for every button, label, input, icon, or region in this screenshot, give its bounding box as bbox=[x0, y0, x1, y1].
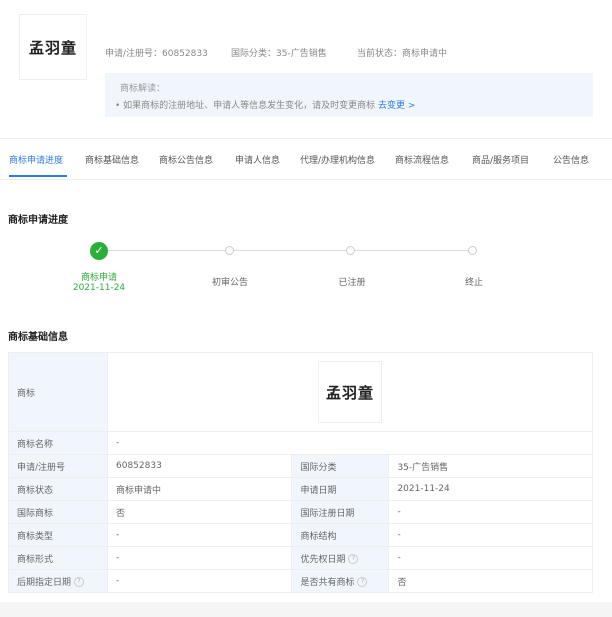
step-dot-icon bbox=[346, 246, 355, 255]
cell-value: - bbox=[106, 569, 293, 593]
cell-label: 商标类型 bbox=[8, 523, 108, 547]
cell-label: 后期指定日期 bbox=[17, 577, 72, 588]
basic-info-table: 商标 孟羽童 商标名称 - 申请/注册号 60852833 国际分类 35-广告… bbox=[8, 352, 593, 593]
cell-label: 国际商标 bbox=[8, 500, 108, 524]
progress-line bbox=[99, 250, 474, 251]
cell-value: 否 bbox=[388, 569, 593, 593]
step-label: 商标申请 bbox=[80, 273, 117, 283]
cell-value: - bbox=[106, 546, 293, 570]
trademark-logo-text: 孟羽童 bbox=[28, 38, 77, 57]
help-icon[interactable]: ? bbox=[357, 577, 368, 587]
step-dot-icon bbox=[468, 246, 477, 255]
help-icon[interactable]: ? bbox=[74, 577, 85, 587]
logo-label: 商标 bbox=[8, 352, 108, 432]
tab-bar: 商标申请进度 商标基础信息 商标公告信息 申请人信息 代理/办理机构信息 商标流… bbox=[0, 138, 612, 180]
table-row: 商标 孟羽童 bbox=[8, 352, 593, 432]
table-row: 商标类型 - 商标结构 - bbox=[8, 523, 593, 547]
step-dot-icon bbox=[225, 246, 234, 255]
cell-label: 是否共有商标 bbox=[300, 577, 355, 588]
current-status: 当前状态：商标申请中 bbox=[357, 49, 448, 59]
table-row: 国际商标 否 国际注册日期 - bbox=[8, 500, 593, 524]
cell-value: 60852833 bbox=[106, 454, 293, 478]
tab-progress[interactable]: 商标申请进度 bbox=[9, 153, 63, 166]
cell-label: 国际分类 bbox=[291, 454, 390, 478]
tab-goods-services[interactable]: 商品/服务项目 bbox=[472, 153, 529, 166]
bottom-bar bbox=[0, 602, 612, 617]
table-row: 后期指定日期? - 是否共有商标? 否 bbox=[8, 569, 593, 593]
table-row: 商标名称 - bbox=[8, 431, 593, 455]
cell-label: 商标状态 bbox=[8, 477, 108, 501]
cell-label: 商标形式 bbox=[8, 546, 108, 570]
shared-trademark-cell: 是否共有商标? bbox=[291, 569, 390, 593]
basic-section-title: 商标基础信息 bbox=[8, 332, 68, 343]
trademark-logo: 孟羽童 bbox=[19, 14, 87, 80]
cell-label: 商标结构 bbox=[291, 523, 390, 547]
step-label: 终止 bbox=[464, 278, 483, 288]
tab-applicant-info[interactable]: 申请人信息 bbox=[235, 153, 280, 166]
table-row: 商标状态 商标申请中 申请日期 2021-11-24 bbox=[8, 477, 593, 501]
tab-announcement-info[interactable]: 商标公告信息 bbox=[159, 153, 213, 166]
cell-value: - bbox=[388, 523, 593, 547]
later-designation-cell: 后期指定日期? bbox=[8, 569, 108, 593]
tab-agency-info[interactable]: 代理/办理机构信息 bbox=[300, 153, 375, 166]
cell-label: 申请/注册号 bbox=[8, 454, 108, 478]
tab-basic-info[interactable]: 商标基础信息 bbox=[85, 153, 139, 166]
logo-cell: 孟羽童 bbox=[107, 352, 593, 432]
cell-value: - bbox=[106, 523, 293, 547]
reg-number: 申请/注册号：60852833 bbox=[105, 49, 208, 59]
cell-value: - bbox=[107, 431, 593, 455]
tab-process-info[interactable]: 商标流程信息 bbox=[395, 153, 449, 166]
cell-label: 商标名称 bbox=[8, 431, 108, 455]
cell-label: 优先权日期 bbox=[300, 554, 346, 565]
trademark-image: 孟羽童 bbox=[318, 361, 382, 423]
cell-label: 申请日期 bbox=[291, 477, 390, 501]
step-label: 已注册 bbox=[338, 278, 366, 288]
cell-label: 国际注册日期 bbox=[291, 500, 390, 524]
change-link[interactable]: 去变更 > bbox=[378, 101, 415, 111]
cell-value: - bbox=[388, 546, 593, 570]
cell-value: 商标申请中 bbox=[106, 477, 293, 501]
priority-date-cell: 优先权日期? bbox=[291, 546, 390, 570]
table-row: 申请/注册号 60852833 国际分类 35-广告销售 bbox=[8, 454, 593, 478]
help-icon[interactable]: ? bbox=[348, 554, 359, 564]
cell-value: - bbox=[388, 500, 593, 524]
table-row: 商标形式 - 优先权日期? - bbox=[8, 546, 593, 570]
trademark-image-text: 孟羽童 bbox=[325, 383, 374, 402]
step-date: 2021-11-24 bbox=[72, 283, 126, 293]
cell-value: 否 bbox=[106, 500, 293, 524]
check-icon: ✓ bbox=[90, 242, 108, 260]
intl-class: 国际分类：35-广告销售 bbox=[231, 49, 327, 59]
step-applied: 商标申请 2021-11-24 bbox=[70, 270, 128, 293]
step-label: 初审公告 bbox=[211, 278, 248, 288]
tip-message: • 如果商标的注册地址、申请人等信息发生变化，请及时变更商标 bbox=[115, 101, 376, 111]
tab-announcements[interactable]: 公告信息 bbox=[553, 153, 589, 166]
progress-section-title: 商标申请进度 bbox=[8, 215, 68, 226]
tip-title: 商标解读： bbox=[120, 84, 166, 94]
cell-value: 35-广告销售 bbox=[388, 454, 593, 478]
active-tab-indicator bbox=[9, 175, 67, 177]
tip-text: • 如果商标的注册地址、申请人等信息发生变化，请及时变更商标 去变更 > bbox=[115, 98, 415, 111]
cell-value: 2021-11-24 bbox=[388, 477, 593, 501]
